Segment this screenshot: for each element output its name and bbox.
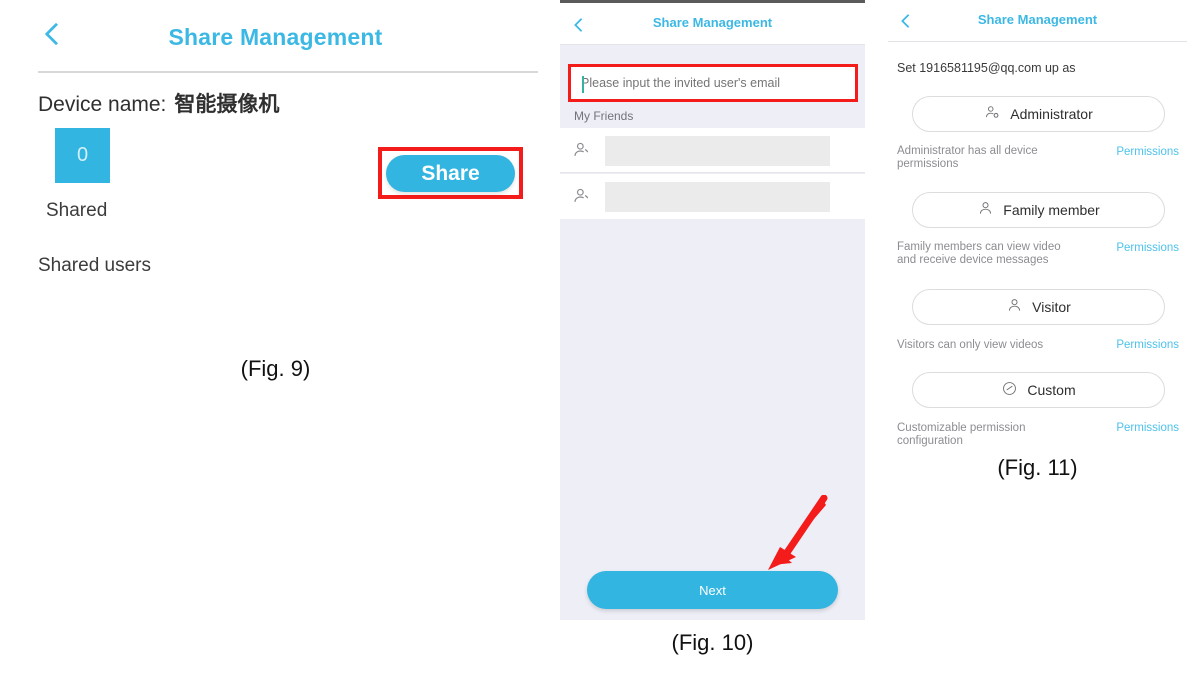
figure-10-panel: Share Management My Friends: [560, 0, 865, 655]
role-description-administrator: Administrator has all device permissions: [897, 145, 1038, 170]
friend-name-redacted: [605, 182, 830, 212]
role-button-family-member[interactable]: Family member: [912, 192, 1165, 228]
role-label: Visitor: [1032, 299, 1071, 315]
page-title: Share Management: [977, 12, 1098, 27]
my-friends-section-header: My Friends: [560, 104, 865, 128]
my-friends-label: My Friends: [574, 109, 634, 123]
fig9-title-bar: Share Management: [0, 0, 551, 72]
screenshot-stage: Share Management Device name: 智能摄像机 0 Sha…: [0, 0, 1187, 681]
figure-11-panel: Share Management Set 1916581195@qq.com u…: [888, 0, 1187, 500]
fig10-title-bar: Share Management: [560, 3, 865, 45]
page-title: Share Management: [168, 24, 383, 50]
page-title: Share Management: [652, 15, 773, 30]
fig11-title-bar: Share Management: [888, 0, 1187, 42]
shared-count-badge[interactable]: 0: [55, 128, 110, 183]
list-item[interactable]: [560, 128, 865, 173]
email-input[interactable]: [571, 67, 855, 99]
role-description-family-member: Family members can view video and receiv…: [897, 241, 1061, 266]
check-circle-icon: [1001, 380, 1018, 400]
person-icon: [977, 200, 994, 220]
shared-count-value: 0: [76, 144, 89, 166]
shared-users-label: Shared users: [38, 255, 152, 276]
friend-name-redacted: [605, 136, 830, 166]
figure-11-caption: (Fig. 11): [997, 455, 1078, 480]
role-button-visitor[interactable]: Visitor: [912, 289, 1165, 325]
figure-9-panel: Share Management Device name: 智能摄像机 0 Sha…: [0, 0, 551, 420]
email-input-highlight-box: [568, 64, 858, 102]
shared-label: Shared: [46, 200, 108, 221]
role-button-custom[interactable]: Custom: [912, 372, 1165, 408]
text-cursor: [582, 76, 584, 93]
permissions-link-custom[interactable]: Permissions: [1116, 422, 1179, 434]
role-description-custom: Customizable permission configuration: [897, 422, 1026, 447]
role-label: Family member: [1003, 202, 1100, 218]
person-add-icon: [572, 186, 592, 206]
figure-9-caption: (Fig. 9): [240, 356, 311, 381]
person-gear-icon: [984, 104, 1001, 124]
figure-10-caption: (Fig. 10): [671, 630, 754, 655]
device-name-value: 智能摄像机: [174, 93, 280, 116]
person-add-icon: [572, 140, 592, 160]
person-icon: [1006, 297, 1023, 317]
next-button[interactable]: Next: [587, 571, 838, 609]
role-label: Custom: [1027, 382, 1076, 398]
set-user-up-as-label: Set 1916581195@qq.com up as: [897, 61, 1076, 75]
role-button-administrator[interactable]: Administrator: [912, 96, 1165, 132]
device-name-label: Device name:: [38, 93, 167, 116]
fig9-header-divider: [38, 71, 538, 73]
permissions-link-administrator[interactable]: Permissions: [1116, 146, 1179, 158]
share-button[interactable]: Share: [386, 155, 515, 192]
role-label: Administrator: [1010, 106, 1093, 122]
list-item[interactable]: [560, 174, 865, 219]
permissions-link-visitor[interactable]: Permissions: [1116, 339, 1179, 351]
permissions-link-family-member[interactable]: Permissions: [1116, 242, 1179, 254]
device-name-row: Device name: 智能摄像机: [38, 88, 279, 118]
fig10-spacer: [560, 46, 865, 62]
role-description-visitor: Visitors can only view videos: [897, 339, 1044, 351]
